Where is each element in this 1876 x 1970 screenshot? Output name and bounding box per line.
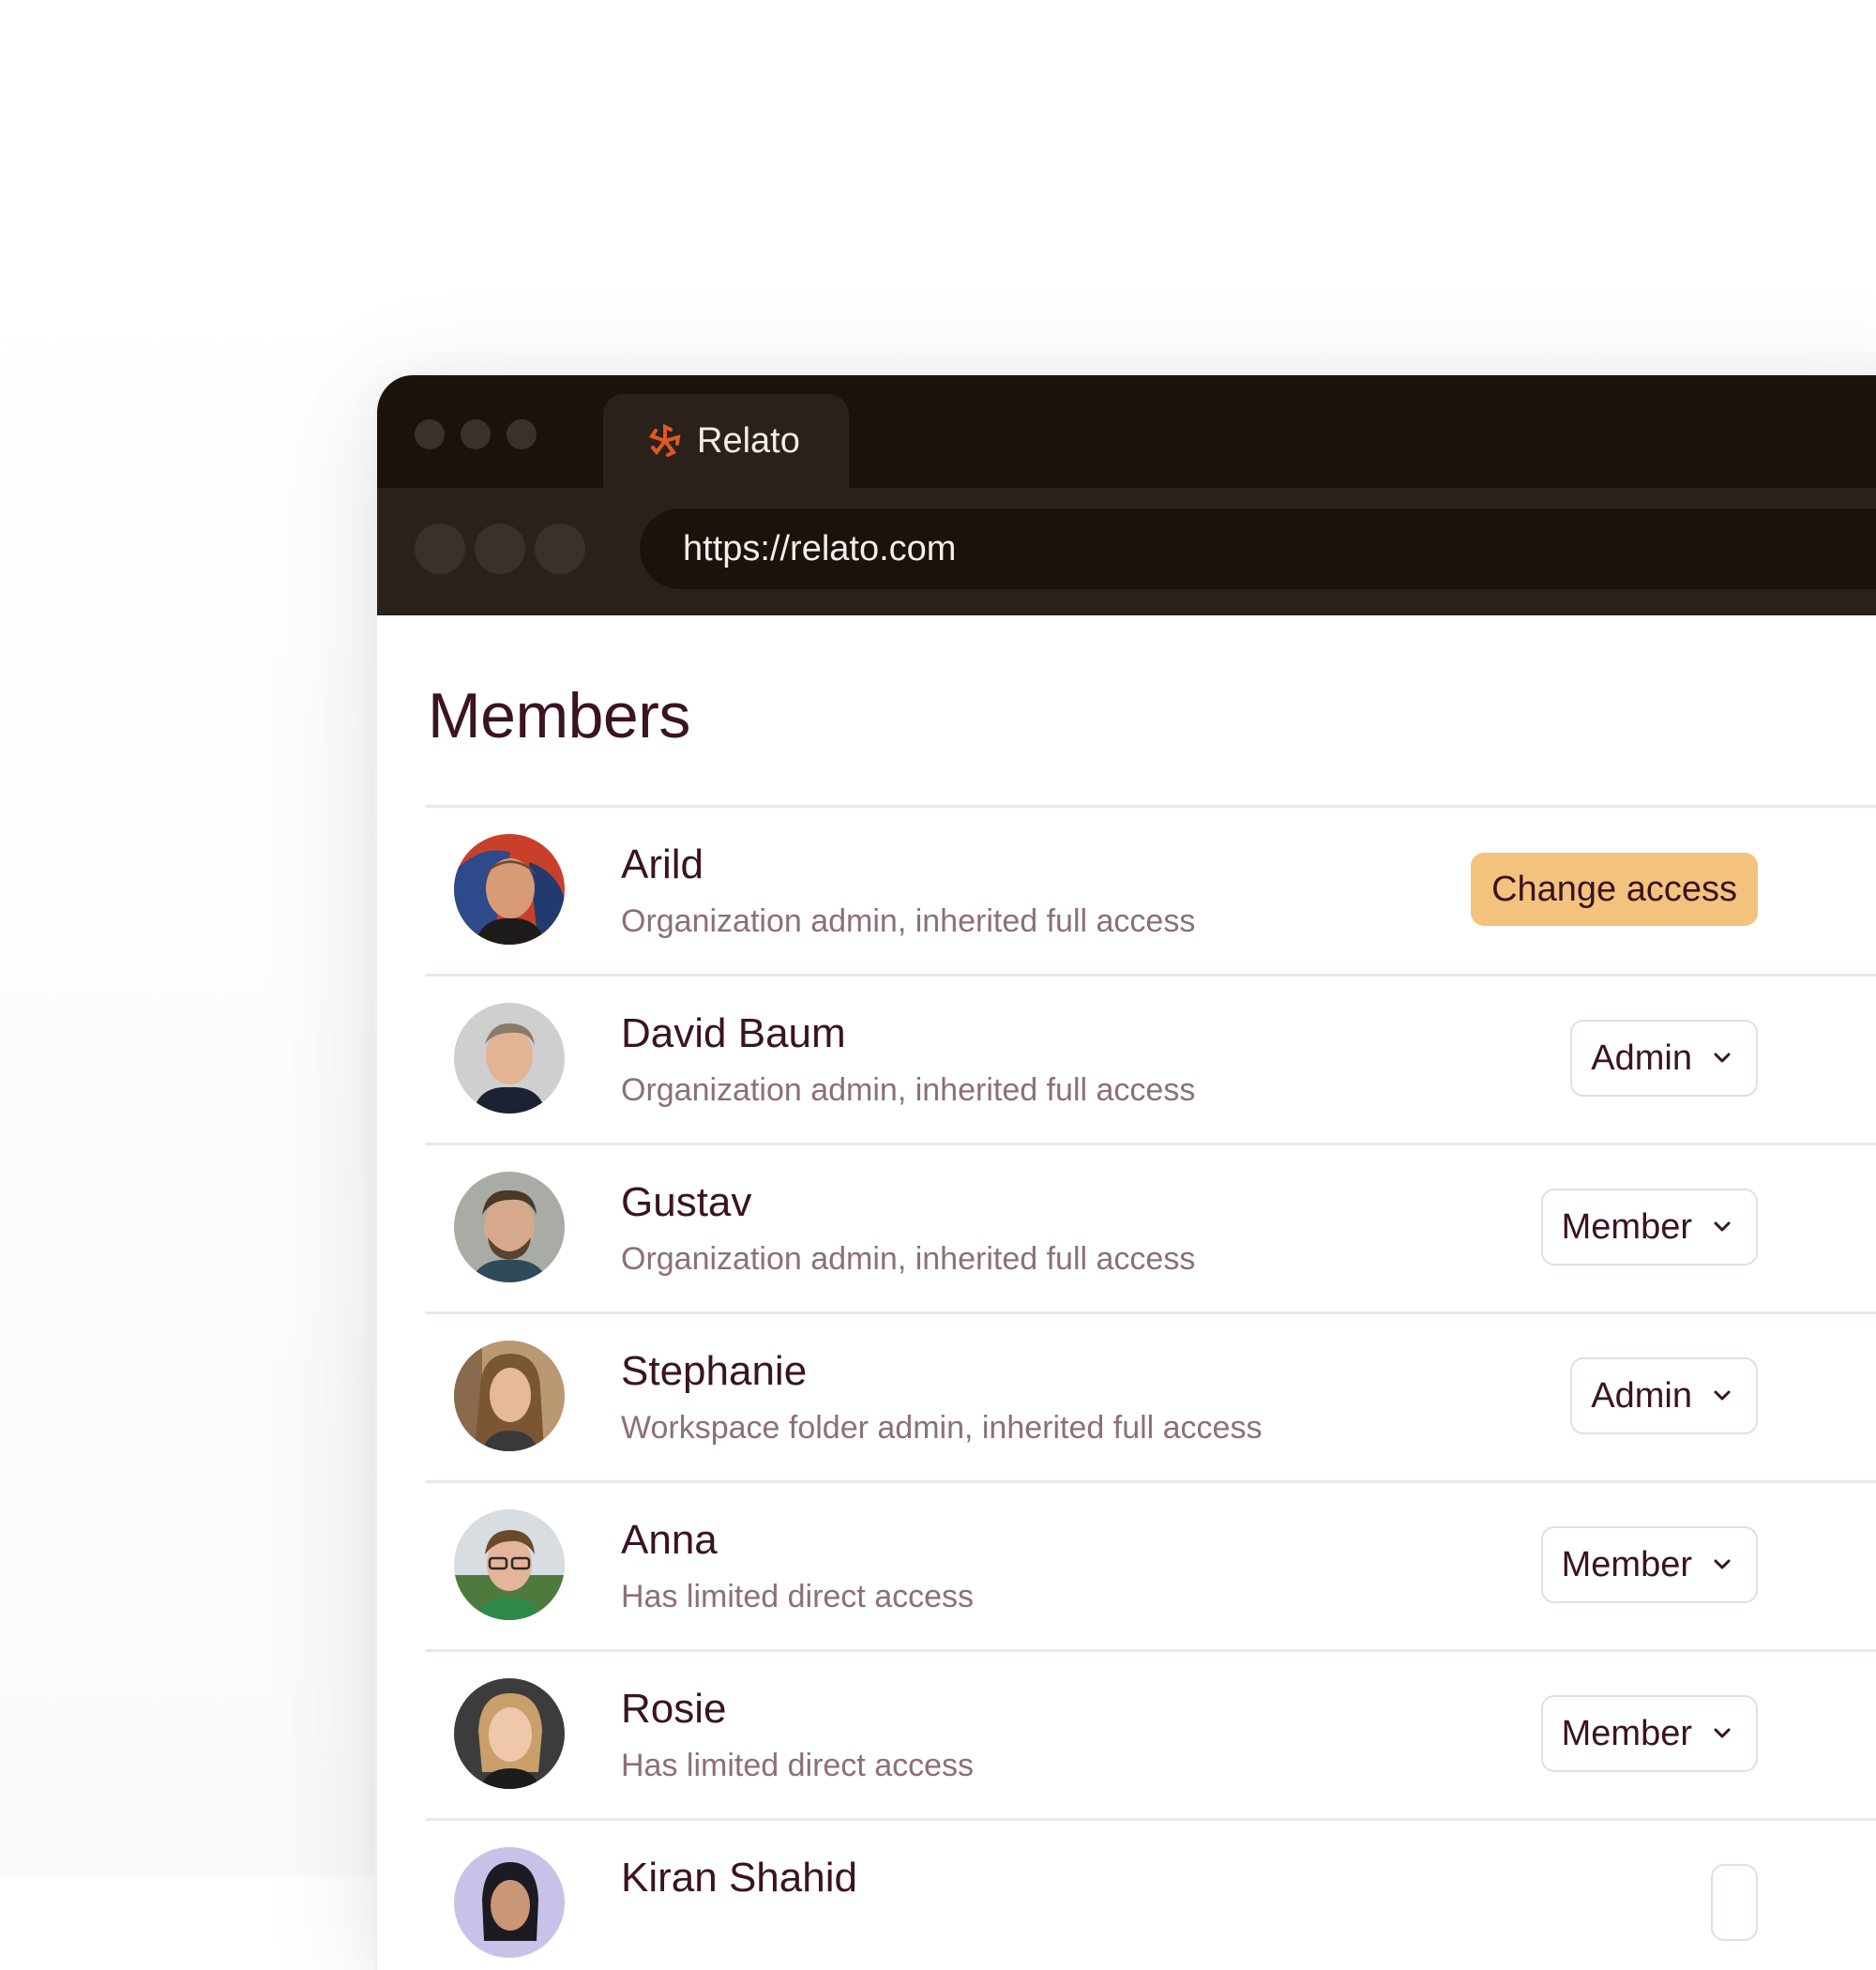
change-access-button[interactable]: Change access <box>1471 853 1758 926</box>
chevron-down-icon <box>1714 1728 1731 1738</box>
forward-button[interactable] <box>475 523 525 574</box>
member-row: David Baum Organization admin, inherited… <box>426 977 1876 1145</box>
avatar <box>454 1003 565 1114</box>
member-name: Gustav <box>621 1179 752 1225</box>
member-name: Kiran Shahid <box>621 1855 857 1901</box>
minimize-window-button[interactable] <box>461 419 491 449</box>
navigation-buttons <box>415 523 585 574</box>
member-description: Has limited direct access <box>621 1748 975 1783</box>
member-description: Organization admin, inherited full acces… <box>621 903 1196 939</box>
page-title: Members <box>428 680 690 751</box>
avatar <box>454 1509 565 1620</box>
member-name: Rosie <box>621 1686 727 1732</box>
tab-title: Relato <box>697 420 800 461</box>
window-controls <box>415 419 537 449</box>
relato-logo-icon <box>648 423 681 457</box>
avatar <box>454 1341 565 1451</box>
member-row: Arild Organization admin, inherited full… <box>426 808 1876 977</box>
role-selected-value: Admin <box>1591 1375 1692 1416</box>
address-bar: https://relato.com <box>377 488 1876 615</box>
role-selected-value: Member <box>1561 1544 1692 1584</box>
role-selected-value: Member <box>1561 1206 1692 1247</box>
member-row: Stephanie Workspace folder admin, inheri… <box>426 1314 1876 1483</box>
member-name: Anna <box>621 1517 718 1563</box>
member-row: Gustav Organization admin, inherited ful… <box>426 1145 1876 1314</box>
avatar <box>454 834 565 945</box>
role-selected-value: Admin <box>1591 1038 1692 1078</box>
close-window-button[interactable] <box>415 419 445 449</box>
chevron-down-icon <box>1714 1390 1731 1401</box>
url-input[interactable]: https://relato.com <box>640 508 1876 589</box>
role-dropdown[interactable]: Admin <box>1570 1357 1758 1434</box>
role-dropdown[interactable] <box>1711 1864 1758 1941</box>
reload-button[interactable] <box>535 523 585 574</box>
back-button[interactable] <box>415 523 465 574</box>
url-text: https://relato.com <box>683 528 957 568</box>
member-name: Stephanie <box>621 1348 808 1394</box>
maximize-window-button[interactable] <box>507 419 537 449</box>
member-row: Kiran Shahid <box>426 1821 1876 1970</box>
chevron-down-icon <box>1714 1559 1731 1569</box>
member-description: Organization admin, inherited full acces… <box>621 1072 1196 1108</box>
members-list: Arild Organization admin, inherited full… <box>426 805 1876 1970</box>
chevron-down-icon <box>1714 1053 1731 1063</box>
tab-bar: Relato <box>377 375 1876 488</box>
avatar <box>454 1847 565 1958</box>
avatar <box>454 1678 565 1789</box>
role-dropdown[interactable]: Admin <box>1570 1020 1758 1097</box>
member-description: Organization admin, inherited full acces… <box>621 1241 1196 1277</box>
role-dropdown[interactable]: Member <box>1540 1526 1758 1603</box>
member-row: Rosie Has limited direct access Member <box>426 1652 1876 1821</box>
avatar <box>454 1172 565 1282</box>
role-dropdown[interactable]: Member <box>1540 1189 1758 1265</box>
role-selected-value: Member <box>1561 1713 1692 1753</box>
member-description: Workspace folder admin, inherited full a… <box>621 1410 1263 1446</box>
member-description: Has limited direct access <box>621 1579 975 1614</box>
member-name: David Baum <box>621 1010 846 1056</box>
role-dropdown[interactable]: Member <box>1540 1695 1758 1772</box>
member-name: Arild <box>621 841 704 887</box>
browser-tab[interactable]: Relato <box>603 394 849 488</box>
page-content: Members Arild Organization admin, inheri… <box>377 615 1876 1970</box>
chevron-down-icon <box>1714 1221 1731 1232</box>
member-row: Anna Has limited direct access Member <box>426 1483 1876 1652</box>
browser-window: Relato https://relato.com Members Arild … <box>375 375 1876 1970</box>
